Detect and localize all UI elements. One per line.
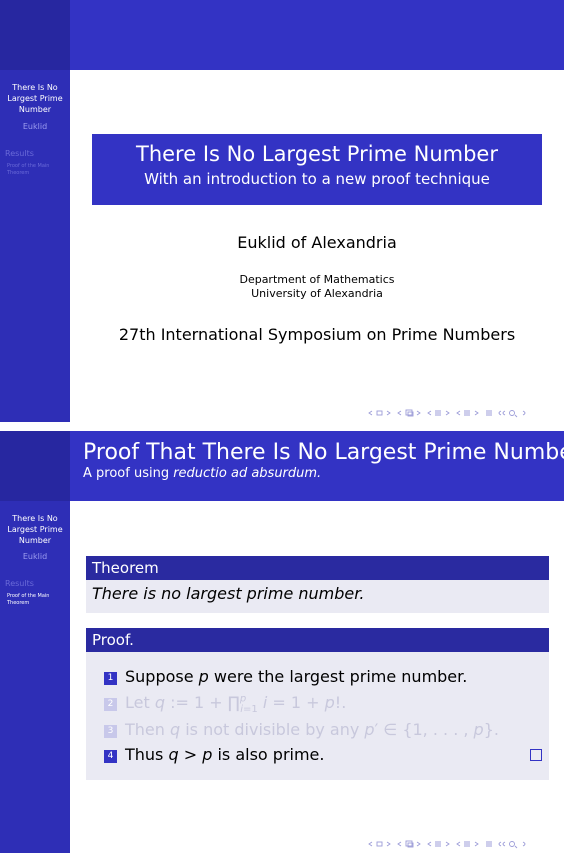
sidebar-title-line[interactable]: Largest Prime [0,524,70,535]
date-line: 27th International Symposium on Prime Nu… [118,325,516,344]
sidebar: There Is No Largest Prime Number Euklid … [0,0,70,422]
sidebar-header [0,0,70,70]
nav-icons[interactable] [368,839,558,849]
frame-subtitle: A proof using reductio ad absurdum. [83,466,321,481]
sidebar-subsection-line[interactable]: Proof of the Main [7,163,67,170]
theorem-text: There is no largest prime number. [92,584,365,603]
theorem-block-title: Theorem [86,556,549,580]
navigation-symbols[interactable] [368,408,558,418]
sidebar-title-line[interactable]: There Is No [0,82,70,93]
sidebar-title-line[interactable]: Largest Prime [0,93,70,104]
step-text: Suppose p were the largest prime number. [125,667,468,686]
proof-step: 2 Let q := 1 + ∏pi=1 i = 1 + p!. [104,693,346,715]
frame-title: Proof That There Is No Largest Prime Num… [83,440,564,465]
theorem-block-body: There is no largest prime number. [86,580,549,613]
title-slide: There Is No Largest Prime Number Euklid … [0,0,564,422]
sidebar-author: Euklid [22,122,48,131]
sidebar-title-line[interactable]: There Is No [0,513,70,524]
step-number: 3 [104,725,117,738]
title-box: There Is No Largest Prime Number With an… [92,134,542,205]
institute-line: Department of Mathematics [239,273,395,286]
sidebar-subsection-line[interactable]: Proof of the Main [7,593,67,600]
sidebar-section-results[interactable]: Results [5,579,34,588]
sidebar-subsection-line[interactable]: Theorem [7,600,67,607]
sidebar-header [0,431,70,501]
step-text: Thus q > p is also prime. [125,745,325,764]
sidebar-title-line[interactable]: Number [0,104,70,115]
proof-step: 3 Then q is not divisible by any p′ ∈ {1,… [104,720,499,739]
step-number: 4 [104,750,117,763]
proof-step: 1 Suppose p were the largest prime number… [104,667,467,686]
sidebar-section-results[interactable]: Results [5,149,34,158]
frame-subtitle-text: A proof using [83,466,174,481]
sidebar-author: Euklid [22,552,48,561]
institute-line: University of Alexandria [251,287,383,300]
presentation-title: There Is No Largest Prime Number [136,142,498,166]
nav-icons[interactable] [368,408,558,418]
step-text: Let q := 1 + ∏pi=1 i = 1 + p!. [125,693,347,716]
proof-step: 4 Thus q > p is also prime. [104,745,324,764]
slide-separator [0,422,564,431]
proof-block-title: Proof. [86,628,549,652]
author-name: Euklid of Alexandria [237,233,397,252]
proof-slide: There Is No Largest Prime Number Euklid … [0,431,564,853]
frame-title-bar: Proof That There Is No Largest Prime Num… [70,431,564,501]
step-text: Then q is not divisible by any p′ ∈ {1, … [125,720,499,739]
header-bar [70,0,564,70]
presentation-subtitle: With an introduction to a new proof tech… [144,170,490,188]
sidebar: There Is No Largest Prime Number Euklid … [0,431,70,853]
qed-symbol [530,749,542,761]
frame-subtitle-emphasis: reductio ad absurdum. [173,466,322,481]
step-number: 1 [104,672,117,685]
sidebar-title-line[interactable]: Number [0,535,70,546]
sidebar-subsection-line[interactable]: Theorem [7,170,67,177]
step-number: 2 [104,698,117,711]
navigation-symbols[interactable] [368,839,558,849]
